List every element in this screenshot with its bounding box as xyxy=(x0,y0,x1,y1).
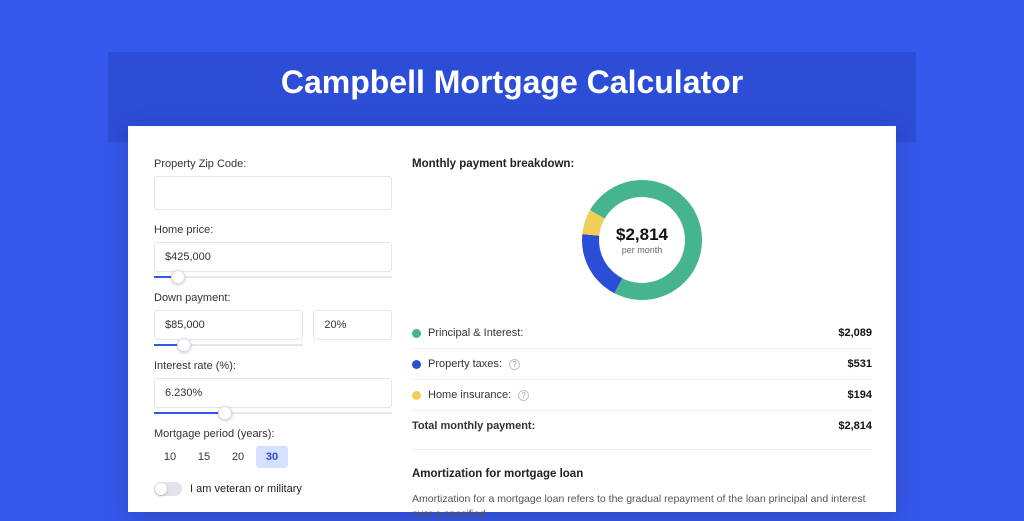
legend: Principal & Interest: $2,089 Property taxe… xyxy=(412,318,872,441)
amortization-section: Amortization for mortgage loan Amortizat… xyxy=(412,449,872,521)
period-option-30[interactable]: 30 xyxy=(256,446,288,468)
down-payment-pct-input[interactable]: 20% xyxy=(313,310,392,340)
legend-row-pi: Principal & Interest: $2,089 xyxy=(412,318,872,348)
donut-center: $2,814 per month xyxy=(599,197,685,283)
veteran-label: I am veteran or military xyxy=(190,483,302,495)
calculator-card: Property Zip Code: Home price: $425,000 … xyxy=(128,126,896,512)
form-column: Property Zip Code: Home price: $425,000 … xyxy=(154,158,392,512)
legend-dot-tax xyxy=(412,360,421,369)
veteran-row: I am veteran or military xyxy=(154,482,392,496)
field-zip: Property Zip Code: xyxy=(154,158,392,210)
donut-sub: per month xyxy=(622,245,663,255)
legend-amount-pi: $2,089 xyxy=(838,327,872,339)
rate-slider[interactable] xyxy=(154,412,392,414)
field-period: Mortgage period (years): 10152030 xyxy=(154,428,392,468)
period-option-15[interactable]: 15 xyxy=(188,446,220,468)
page-title: Campbell Mortgage Calculator xyxy=(0,64,1024,101)
legend-dot-ins xyxy=(412,391,421,400)
legend-row-tax: Property taxes:? $531 xyxy=(412,348,872,379)
home-price-slider[interactable] xyxy=(154,276,392,278)
field-interest-rate: Interest rate (%): 6.230% xyxy=(154,360,392,414)
rate-label: Interest rate (%): xyxy=(154,360,392,372)
field-down-payment: Down payment: $85,000 20% xyxy=(154,292,392,346)
period-option-20[interactable]: 20 xyxy=(222,446,254,468)
legend-label-pi: Principal & Interest: xyxy=(428,327,523,339)
period-label: Mortgage period (years): xyxy=(154,428,392,440)
rate-input[interactable]: 6.230% xyxy=(154,378,392,408)
donut-amount: $2,814 xyxy=(616,225,668,245)
amort-heading: Amortization for mortgage loan xyxy=(412,468,872,480)
legend-label-ins: Home insurance: xyxy=(428,389,511,401)
legend-row-total: Total monthly payment: $2,814 xyxy=(412,410,872,441)
total-amount: $2,814 xyxy=(838,420,872,432)
total-label: Total monthly payment: xyxy=(412,420,535,432)
down-payment-slider[interactable] xyxy=(154,344,303,346)
down-payment-amount-input[interactable]: $85,000 xyxy=(154,310,303,340)
veteran-toggle[interactable] xyxy=(154,482,182,496)
field-home-price: Home price: $425,000 xyxy=(154,224,392,278)
breakdown-column: Monthly payment breakdown: $2,814 per mo… xyxy=(412,158,872,512)
legend-row-ins: Home insurance:? $194 xyxy=(412,379,872,410)
down-payment-label: Down payment: xyxy=(154,292,392,304)
legend-amount-ins: $194 xyxy=(848,389,872,401)
donut-ring: $2,814 per month xyxy=(582,180,702,300)
legend-amount-tax: $531 xyxy=(848,358,872,370)
home-price-label: Home price: xyxy=(154,224,392,236)
help-icon[interactable]: ? xyxy=(509,359,520,370)
zip-input[interactable] xyxy=(154,176,392,210)
legend-dot-pi xyxy=(412,329,421,338)
help-icon[interactable]: ? xyxy=(518,390,529,401)
zip-label: Property Zip Code: xyxy=(154,158,392,170)
breakdown-heading: Monthly payment breakdown: xyxy=(412,158,872,170)
period-option-10[interactable]: 10 xyxy=(154,446,186,468)
amort-body: Amortization for a mortgage loan refers … xyxy=(412,492,872,521)
home-price-input[interactable]: $425,000 xyxy=(154,242,392,272)
period-options: 10152030 xyxy=(154,446,392,468)
donut-chart: $2,814 per month xyxy=(412,180,872,300)
legend-label-tax: Property taxes: xyxy=(428,358,502,370)
